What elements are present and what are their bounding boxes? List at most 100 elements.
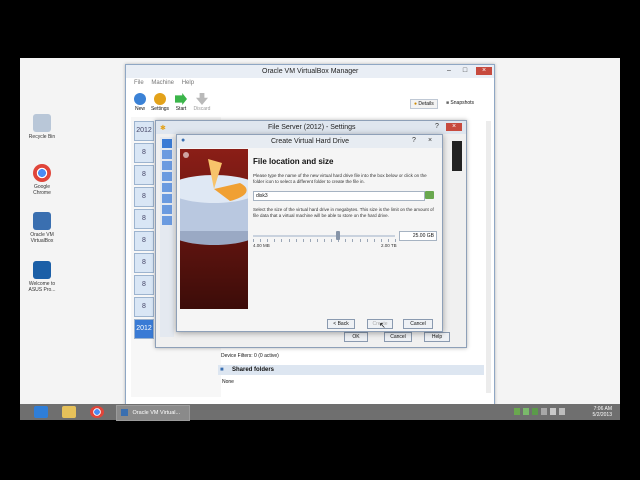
slider-tick [359,239,361,242]
vm-item[interactable]: 8 [134,231,154,251]
shared-folders-title: Shared folders [232,367,275,373]
vhd-heading: File location and size [253,157,334,166]
snapshots-button[interactable]: ■ Snapshots [446,100,474,106]
help-icon[interactable]: ? [432,123,442,131]
help-icon[interactable]: ? [409,137,419,145]
size-input[interactable]: 25.00 GB [399,231,437,241]
vm-item[interactable]: 8 [134,165,154,185]
maximize-icon[interactable]: □ [460,67,470,75]
discard-button[interactable]: Discard [192,93,212,112]
slider-tick [295,239,297,242]
desktop-icon-recycle-bin[interactable]: Recycle Bin [22,114,62,140]
chrome-icon [33,164,51,182]
minimize-icon[interactable]: – [444,67,454,75]
new-button[interactable]: New [130,93,150,112]
discard-arrow-icon [196,93,208,105]
slider-min-label: 4.00 MB [253,243,270,248]
vm-item[interactable]: 8 [134,187,154,207]
settings-category-icon[interactable] [162,161,172,170]
vhd-titlebar[interactable]: ● Create Virtual Hard Drive ? × [177,135,442,148]
back-button[interactable]: < Back [327,319,355,329]
ok-button[interactable]: OK [344,332,368,342]
settings-category-icon[interactable] [162,194,172,203]
chrome-icon[interactable] [90,406,104,418]
menu-machine[interactable]: Machine [151,80,174,86]
vm-item[interactable]: 8 [134,143,154,163]
settings-category-icon[interactable] [162,205,172,214]
vm-item[interactable]: 8 [134,253,154,273]
manager-titlebar[interactable]: Oracle VM VirtualBox Manager – □ × [126,65,494,78]
tray-icon[interactable] [532,408,538,415]
desktop-icon-google-chrome[interactable]: Google Chrome [22,164,62,196]
tray-icon[interactable] [514,408,520,415]
slider-tick [352,239,354,242]
new-icon [134,93,146,105]
hard-drive-illustration [180,152,248,245]
folder-browse-icon[interactable] [425,191,434,199]
virtualbox-icon [33,212,51,230]
shared-folders-value: None [222,379,234,385]
settings-cancel-button[interactable]: Cancel [384,332,412,342]
menu-file[interactable]: File [134,80,144,86]
settings-preview [452,141,462,171]
tray-icon[interactable] [550,408,556,415]
settings-category-icon[interactable] [162,183,172,192]
vm-item[interactable]: 2012 [134,121,154,141]
tray-icon[interactable] [559,408,565,415]
slider-tick [373,239,375,242]
file-explorer-icon[interactable] [62,406,76,418]
settings-help-button[interactable]: Help [424,332,450,342]
size-slider-ticks [253,239,396,242]
settings-category-icon[interactable] [162,150,172,159]
close-icon[interactable]: × [425,137,435,145]
vm-item[interactable]: 8 [134,297,154,317]
create-vhd-dialog: ● Create Virtual Hard Drive ? × File loc… [176,134,443,332]
settings-category-icon[interactable] [162,216,172,225]
shared-folders-header[interactable]: ■ Shared folders [218,365,484,375]
slider-tick [253,239,254,242]
internet-explorer-icon[interactable] [34,406,48,418]
wizard-illustration [180,149,248,309]
vm-item[interactable]: 8 [134,209,154,229]
slider-tick [309,239,311,242]
file-location-instructions: Please type the name of the new virtual … [253,173,427,184]
slider-tick [260,239,262,242]
settings-category-icon[interactable] [162,172,172,181]
camera-icon: ■ [446,100,450,106]
settings-title: File Server (2012) - Settings [268,124,356,131]
slider-tick [267,239,269,242]
size-instructions: Select the size of the virtual hard driv… [253,207,434,218]
slider-tick [324,239,325,242]
clock-date: 5/2/2013 [592,412,612,418]
tray-icon[interactable] [541,408,547,415]
close-icon[interactable]: × [446,123,462,131]
tray-icon[interactable] [523,408,529,415]
virtualbox-icon [121,409,128,417]
file-location-input[interactable]: disk3 [253,191,425,201]
cancel-button[interactable]: Cancel [403,319,433,329]
size-slider-track[interactable] [253,235,395,237]
slider-tick [281,239,283,242]
clock[interactable]: 7:06 AM 5/2/2013 [582,406,612,418]
settings-titlebar[interactable]: ✱ File Server (2012) - Settings ? × [156,121,466,134]
slider-max-label: 2.00 TB [381,243,397,248]
close-icon[interactable]: × [476,67,492,75]
taskbar: Oracle VM Virtual... 7:06 AM 5/2/2013 [20,404,620,421]
size-slider-thumb[interactable] [336,231,341,240]
menu-help[interactable]: Help [182,80,194,86]
taskbar-task-virtualbox[interactable]: Oracle VM Virtual... [116,405,190,421]
vm-item-selected[interactable]: 2012 [134,319,154,339]
details-scrollbar[interactable] [486,121,491,393]
slider-tick [395,239,396,242]
asus-icon [33,261,51,279]
desktop-icon-asus-welcome[interactable]: Welcome to ASUS Pro... [22,261,62,293]
menu-bar: File Machine Help [134,80,200,86]
start-button[interactable]: Start [171,93,191,112]
manager-title: Oracle VM VirtualBox Manager [262,68,359,75]
gear-icon: ✱ [160,125,166,132]
desktop-icon-virtualbox[interactable]: Oracle VM VirtualBox [22,212,62,244]
vm-item[interactable]: 8 [134,275,154,295]
settings-button[interactable]: Settings [150,93,170,112]
details-button[interactable]: ● Details [410,99,438,109]
settings-category-icon[interactable] [162,139,172,148]
